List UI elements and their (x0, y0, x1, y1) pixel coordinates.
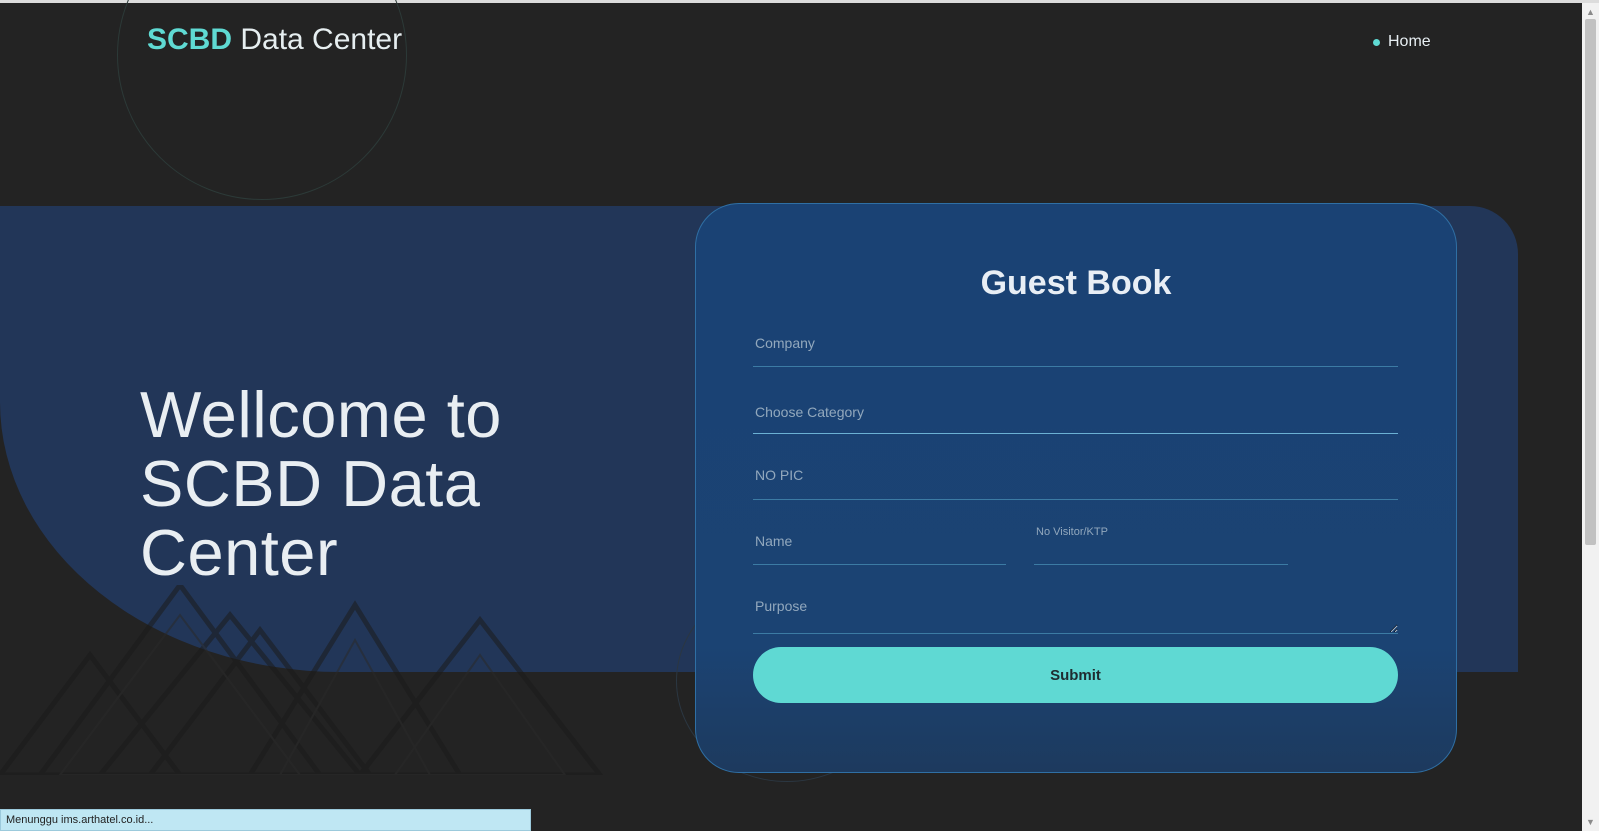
brand-strong: SCBD (147, 23, 233, 56)
scroll-up-icon[interactable]: ▲ (1586, 7, 1595, 17)
company-field[interactable] (753, 319, 1398, 367)
welcome-heading: Wellcome to SCBD Data Center (140, 378, 502, 589)
category-select[interactable] (753, 390, 1398, 434)
form-title: Guest Book (980, 264, 1172, 302)
nav-home-link[interactable]: Home (1373, 33, 1431, 51)
name-field[interactable] (753, 517, 1006, 565)
nopic-field[interactable] (753, 450, 1398, 500)
decorative-triangles (0, 585, 604, 775)
guest-book-card: Guest Book Submit (695, 203, 1457, 773)
purpose-textarea[interactable] (753, 582, 1398, 634)
browser-status-bar: Menunggu ims.arthatel.co.id... (0, 809, 531, 831)
scroll-thumb[interactable] (1585, 19, 1596, 545)
vertical-scrollbar[interactable]: ▲ ▼ (1582, 3, 1599, 831)
visitor-id-field[interactable] (1034, 515, 1288, 565)
scroll-down-icon[interactable]: ▼ (1586, 817, 1595, 827)
bullet-icon (1373, 38, 1380, 46)
brand-logo[interactable]: SCBD Data Center (147, 23, 402, 57)
submit-button[interactable]: Submit (753, 647, 1398, 703)
nav-home-label: Home (1388, 33, 1431, 50)
brand-rest: Data Center (232, 23, 403, 56)
